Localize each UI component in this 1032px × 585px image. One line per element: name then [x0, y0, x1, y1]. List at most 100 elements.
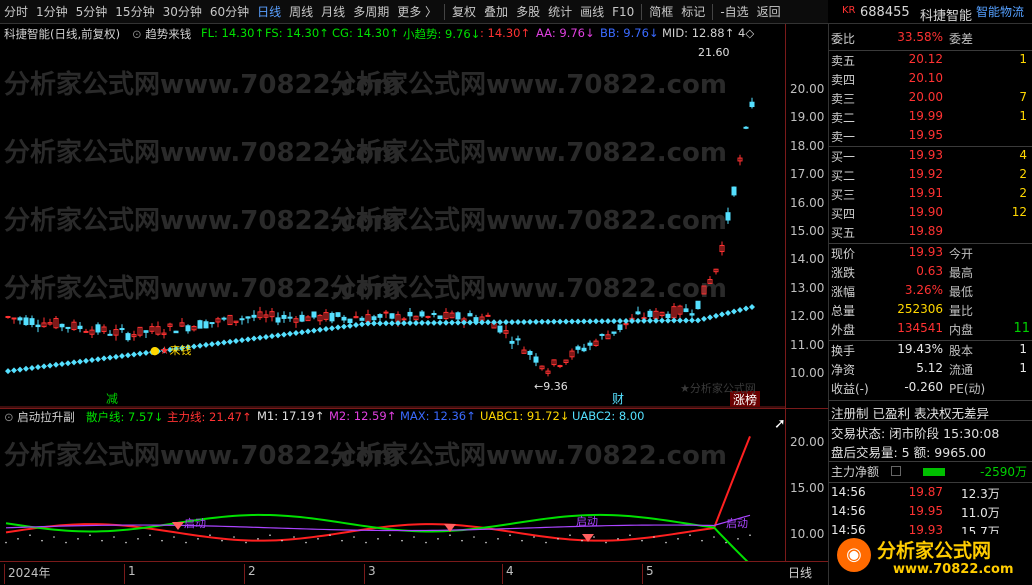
dot [281, 539, 283, 542]
toolbar-item-19[interactable]: -自选 [716, 0, 752, 24]
stat2-value2: 1 [1019, 361, 1027, 375]
trend-diamond [221, 339, 227, 346]
dot [485, 541, 487, 544]
candle-body [239, 318, 245, 321]
toolbar-item-3[interactable]: 15分钟 [111, 0, 158, 24]
trend-diamond [89, 357, 95, 364]
dot [53, 536, 55, 538]
sell-label: 卖三 [831, 92, 856, 106]
date-tick: 1 [124, 564, 136, 584]
trend-diamond [419, 319, 425, 326]
toolbar-item-16[interactable]: F10 [608, 0, 638, 24]
sell-price[interactable]: 19.95 [887, 128, 943, 142]
toolbar-item-18[interactable]: 标记 [677, 0, 709, 24]
tick-price: 19.87 [908, 485, 943, 499]
stat-label2: 内盘 [949, 323, 974, 337]
candle-body [377, 314, 383, 318]
cai-signal: 财 [612, 392, 625, 406]
toolbar-item-20[interactable]: 返回 [753, 0, 785, 24]
star-icon: ★ [159, 344, 170, 357]
sell-price[interactable]: 19.99 [887, 109, 943, 123]
candle-body [725, 212, 731, 221]
toolbar-item-1[interactable]: 1分钟 [32, 0, 72, 24]
toolbar-item-12[interactable]: 叠加 [480, 0, 512, 24]
trend-diamond [617, 318, 623, 325]
trend-diamond [587, 318, 593, 325]
trend-diamond [29, 364, 35, 371]
trend-diamond [707, 314, 713, 321]
toolbar-item-0[interactable]: 分时 [0, 0, 32, 24]
price-tick: 15.00 [790, 224, 825, 238]
stat-value: 19.93 [908, 245, 943, 259]
trend-diamond [23, 365, 29, 372]
candle-body [467, 313, 473, 317]
trend-diamond [599, 318, 605, 325]
toolbar-item-15[interactable]: 画线 [576, 0, 608, 24]
date-tick: 3 [364, 564, 376, 584]
buy-price[interactable]: 19.93 [887, 148, 943, 162]
toolbar-item-13[interactable]: 多股 [512, 0, 544, 24]
list-icon[interactable] [891, 466, 901, 476]
trend-diamond [695, 317, 701, 324]
buy-price[interactable]: 19.89 [887, 224, 943, 238]
stat-label: 涨幅 [831, 285, 856, 299]
toolbar-item-2[interactable]: 5分钟 [72, 0, 112, 24]
dot [233, 536, 235, 538]
sub-tick: 10.00 [790, 527, 825, 541]
toolbar-item-4[interactable]: 30分钟 [159, 0, 206, 24]
sell-price[interactable]: 20.10 [887, 71, 943, 85]
toolbar-item-14[interactable]: 统计 [544, 0, 576, 24]
stat2-label2: 股本 [949, 344, 974, 358]
candle-body [611, 331, 617, 334]
toolbar-item-7[interactable]: 周线 [285, 0, 317, 24]
dot [425, 541, 427, 544]
buy-row: 买四 19.90 12 [829, 205, 1032, 224]
candle-body [749, 101, 755, 108]
period-label[interactable]: 日线 [788, 564, 812, 581]
candle-body [311, 311, 317, 318]
toolbar-item-11[interactable]: 复权 [448, 0, 480, 24]
dot [161, 539, 163, 542]
toolbar-item-17[interactable]: 简框 [645, 0, 677, 24]
stock-tag[interactable]: 智能物流 [976, 3, 1024, 20]
candle-body [401, 318, 407, 321]
candle-body [485, 314, 491, 317]
trend-diamond [65, 360, 71, 367]
trend-diamond [551, 318, 557, 325]
trend-diamond [353, 322, 359, 329]
buy-qty: 2 [1019, 167, 1027, 181]
buy-price[interactable]: 19.91 [887, 186, 943, 200]
toolbar-item-6[interactable]: 日线 [253, 0, 285, 24]
trend-diamond [53, 361, 59, 368]
dot [593, 536, 595, 538]
after-hours: 盘后交易量: 5 额: 9965.00 [831, 445, 986, 460]
sell-price[interactable]: 20.12 [887, 52, 943, 66]
toolbar-item-9[interactable]: 多周期 [349, 0, 393, 24]
dot [461, 539, 463, 542]
candle-body [425, 315, 431, 318]
trend-diamond [227, 338, 233, 345]
sell-price[interactable]: 20.00 [887, 90, 943, 104]
main-net-row: 主力净额 -2590万 [829, 463, 1032, 482]
dot [389, 534, 391, 536]
price-tick: 16.00 [790, 195, 825, 210]
buy-price[interactable]: 19.92 [887, 167, 943, 181]
toolbar-item-10[interactable]: 更多 〉 [393, 0, 441, 24]
buy-price[interactable]: 19.90 [887, 205, 943, 219]
candle-body [107, 333, 113, 336]
toolbar-item-8[interactable]: 月线 [317, 0, 349, 24]
stat-label2: 最低 [949, 285, 974, 299]
toolbar-item-5[interactable]: 60分钟 [206, 0, 253, 24]
dot [569, 534, 571, 536]
trend-diamond [77, 358, 83, 365]
candle-body [455, 312, 461, 320]
stat2-value: 5.12 [916, 361, 943, 375]
dot [245, 541, 247, 544]
stat-row: 涨跌 0.63 最高 [829, 264, 1032, 283]
main-chart-panel[interactable]: 分析家公式网www.70822.com 分析家公式网www.70822.com … [0, 24, 786, 432]
dot [521, 539, 523, 542]
dot [737, 538, 739, 540]
sub-chart-panel[interactable]: 分析家公式网www.70822.com 分析家公式网www.70822.com … [0, 408, 785, 562]
trend-diamond [143, 349, 149, 356]
main-net-label: 主力净额 [831, 465, 880, 479]
